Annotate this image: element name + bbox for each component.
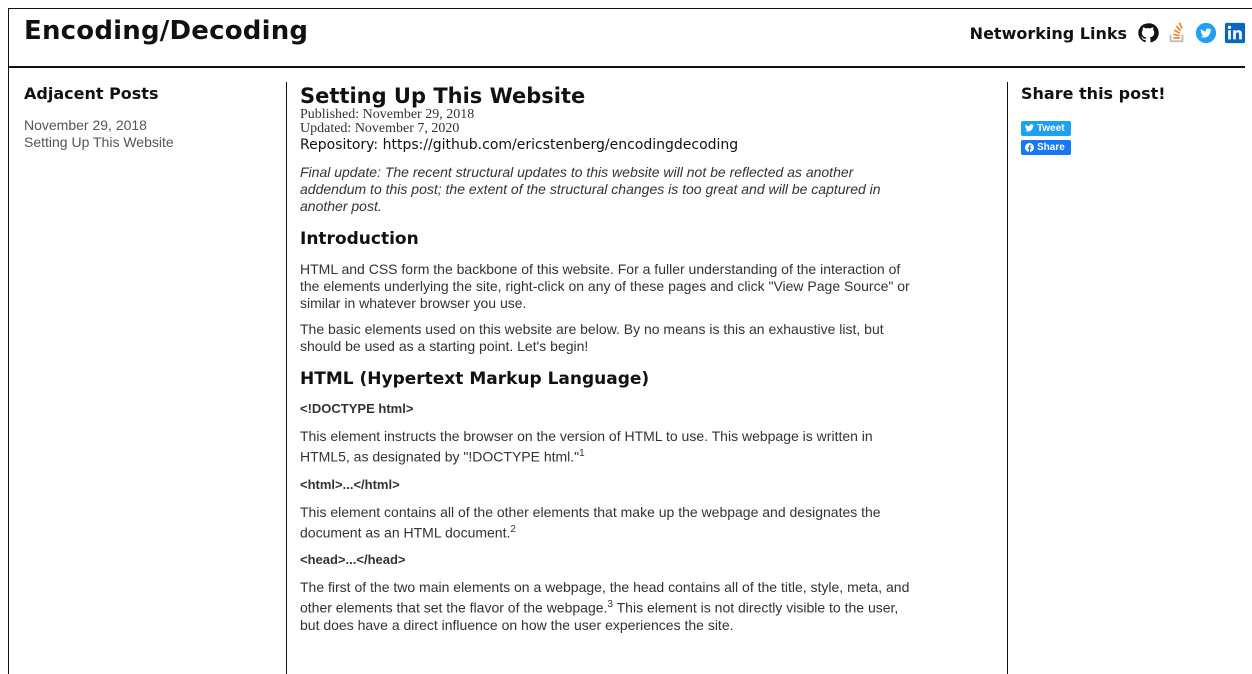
post-title: Setting Up This Website	[300, 84, 586, 108]
intro-paragraph-1: HTML and CSS form the backbone of this w…	[300, 261, 910, 311]
twitter-icon[interactable]	[1195, 22, 1217, 44]
adjacent-posts-heading: Adjacent Posts	[24, 84, 159, 103]
doctype-element-text: This element instructs the browser on th…	[300, 428, 910, 466]
facebook-icon	[1025, 143, 1034, 152]
footnote-ref-2[interactable]: 2	[510, 524, 516, 535]
adjacent-posts-panel: Adjacent Posts November 29, 2018 Setting…	[24, 84, 264, 151]
site-title[interactable]: Encoding/Decoding	[24, 16, 308, 46]
intro-paragraph-2: The basic elements used on this website …	[300, 321, 884, 354]
repository-line: Repository: https://github.com/ericstenb…	[300, 136, 910, 154]
tweet-label: Tweet	[1037, 122, 1065, 134]
repository-label: Repository:	[300, 137, 383, 153]
repository-link[interactable]: https://github.com/ericstenberg/encoding…	[383, 137, 739, 153]
published-date: Published: November 29, 2018	[300, 107, 475, 122]
networking-links-label: Networking Links	[969, 23, 1127, 43]
tweet-button[interactable]: Tweet	[1021, 120, 1071, 136]
introduction-heading: Introduction	[300, 229, 419, 249]
post-content: Setting Up This Website Published: Novem…	[300, 84, 910, 643]
site-header: Encoding/Decoding Networking Links	[24, 14, 1246, 54]
final-update-note: Final update: The recent structural upda…	[300, 164, 881, 214]
head-element-title: <head>...</head>	[300, 552, 406, 568]
html-element-title: <html>...</html>	[300, 476, 400, 492]
facebook-share-button[interactable]: Share	[1021, 140, 1071, 155]
left-column-divider	[286, 82, 287, 674]
networking-links: Networking Links	[970, 22, 1246, 44]
head-element-text: The first of the two main elements on a …	[300, 579, 910, 634]
stackoverflow-icon[interactable]	[1166, 22, 1188, 44]
adjacent-post-date: November 29, 2018	[24, 117, 147, 133]
linkedin-icon[interactable]	[1224, 22, 1246, 44]
share-panel: Share this post! Tweet Share	[1021, 84, 1241, 157]
doctype-text: This element instructs the browser on th…	[300, 428, 873, 465]
share-heading: Share this post!	[1021, 84, 1166, 103]
twitter-bird-icon	[1025, 124, 1034, 132]
html-section-heading: HTML (Hypertext Markup Language)	[300, 369, 650, 389]
header-divider	[9, 66, 1245, 68]
doctype-element-title: <!DOCTYPE html>	[300, 401, 414, 416]
footnote-ref-1[interactable]: 1	[579, 448, 585, 459]
share-label: Share	[1037, 142, 1065, 153]
updated-date: Updated: November 7, 2020	[300, 121, 460, 136]
html-element-text: This element contains all of the other e…	[300, 504, 910, 542]
right-column-divider	[1007, 82, 1008, 674]
adjacent-post-link[interactable]: Setting Up This Website	[24, 134, 264, 151]
html-text: This element contains all of the other e…	[300, 503, 881, 541]
github-icon[interactable]	[1137, 22, 1159, 44]
